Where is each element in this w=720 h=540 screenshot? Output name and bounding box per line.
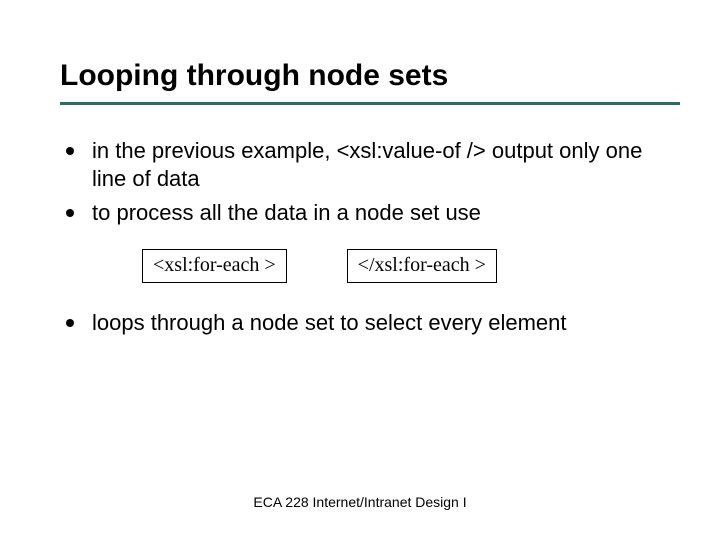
code-box-close: </xsl:for-each > — [347, 249, 497, 283]
bullet-item: to process all the data in a node set us… — [60, 199, 680, 227]
bullet-item: loops through a node set to select every… — [60, 309, 680, 337]
bullet-item: in the previous example, <xsl:value-of /… — [60, 137, 680, 193]
bullet-list: loops through a node set to select every… — [60, 309, 680, 337]
slide-title: Looping through node sets — [60, 60, 680, 105]
bullet-text: to process all the data in a node set us… — [92, 200, 481, 225]
bullet-list: in the previous example, <xsl:value-of /… — [60, 137, 680, 227]
bullet-text: loops through a node set to select every… — [92, 310, 567, 335]
footer-text: ECA 228 Internet/Intranet Design I — [0, 494, 720, 510]
code-box-open: <xsl:for-each > — [142, 249, 287, 283]
slide: Looping through node sets in the previou… — [0, 0, 720, 540]
code-row: <xsl:for-each > </xsl:for-each > — [142, 249, 680, 283]
bullet-text: in the previous example, <xsl:value-of /… — [92, 138, 642, 191]
